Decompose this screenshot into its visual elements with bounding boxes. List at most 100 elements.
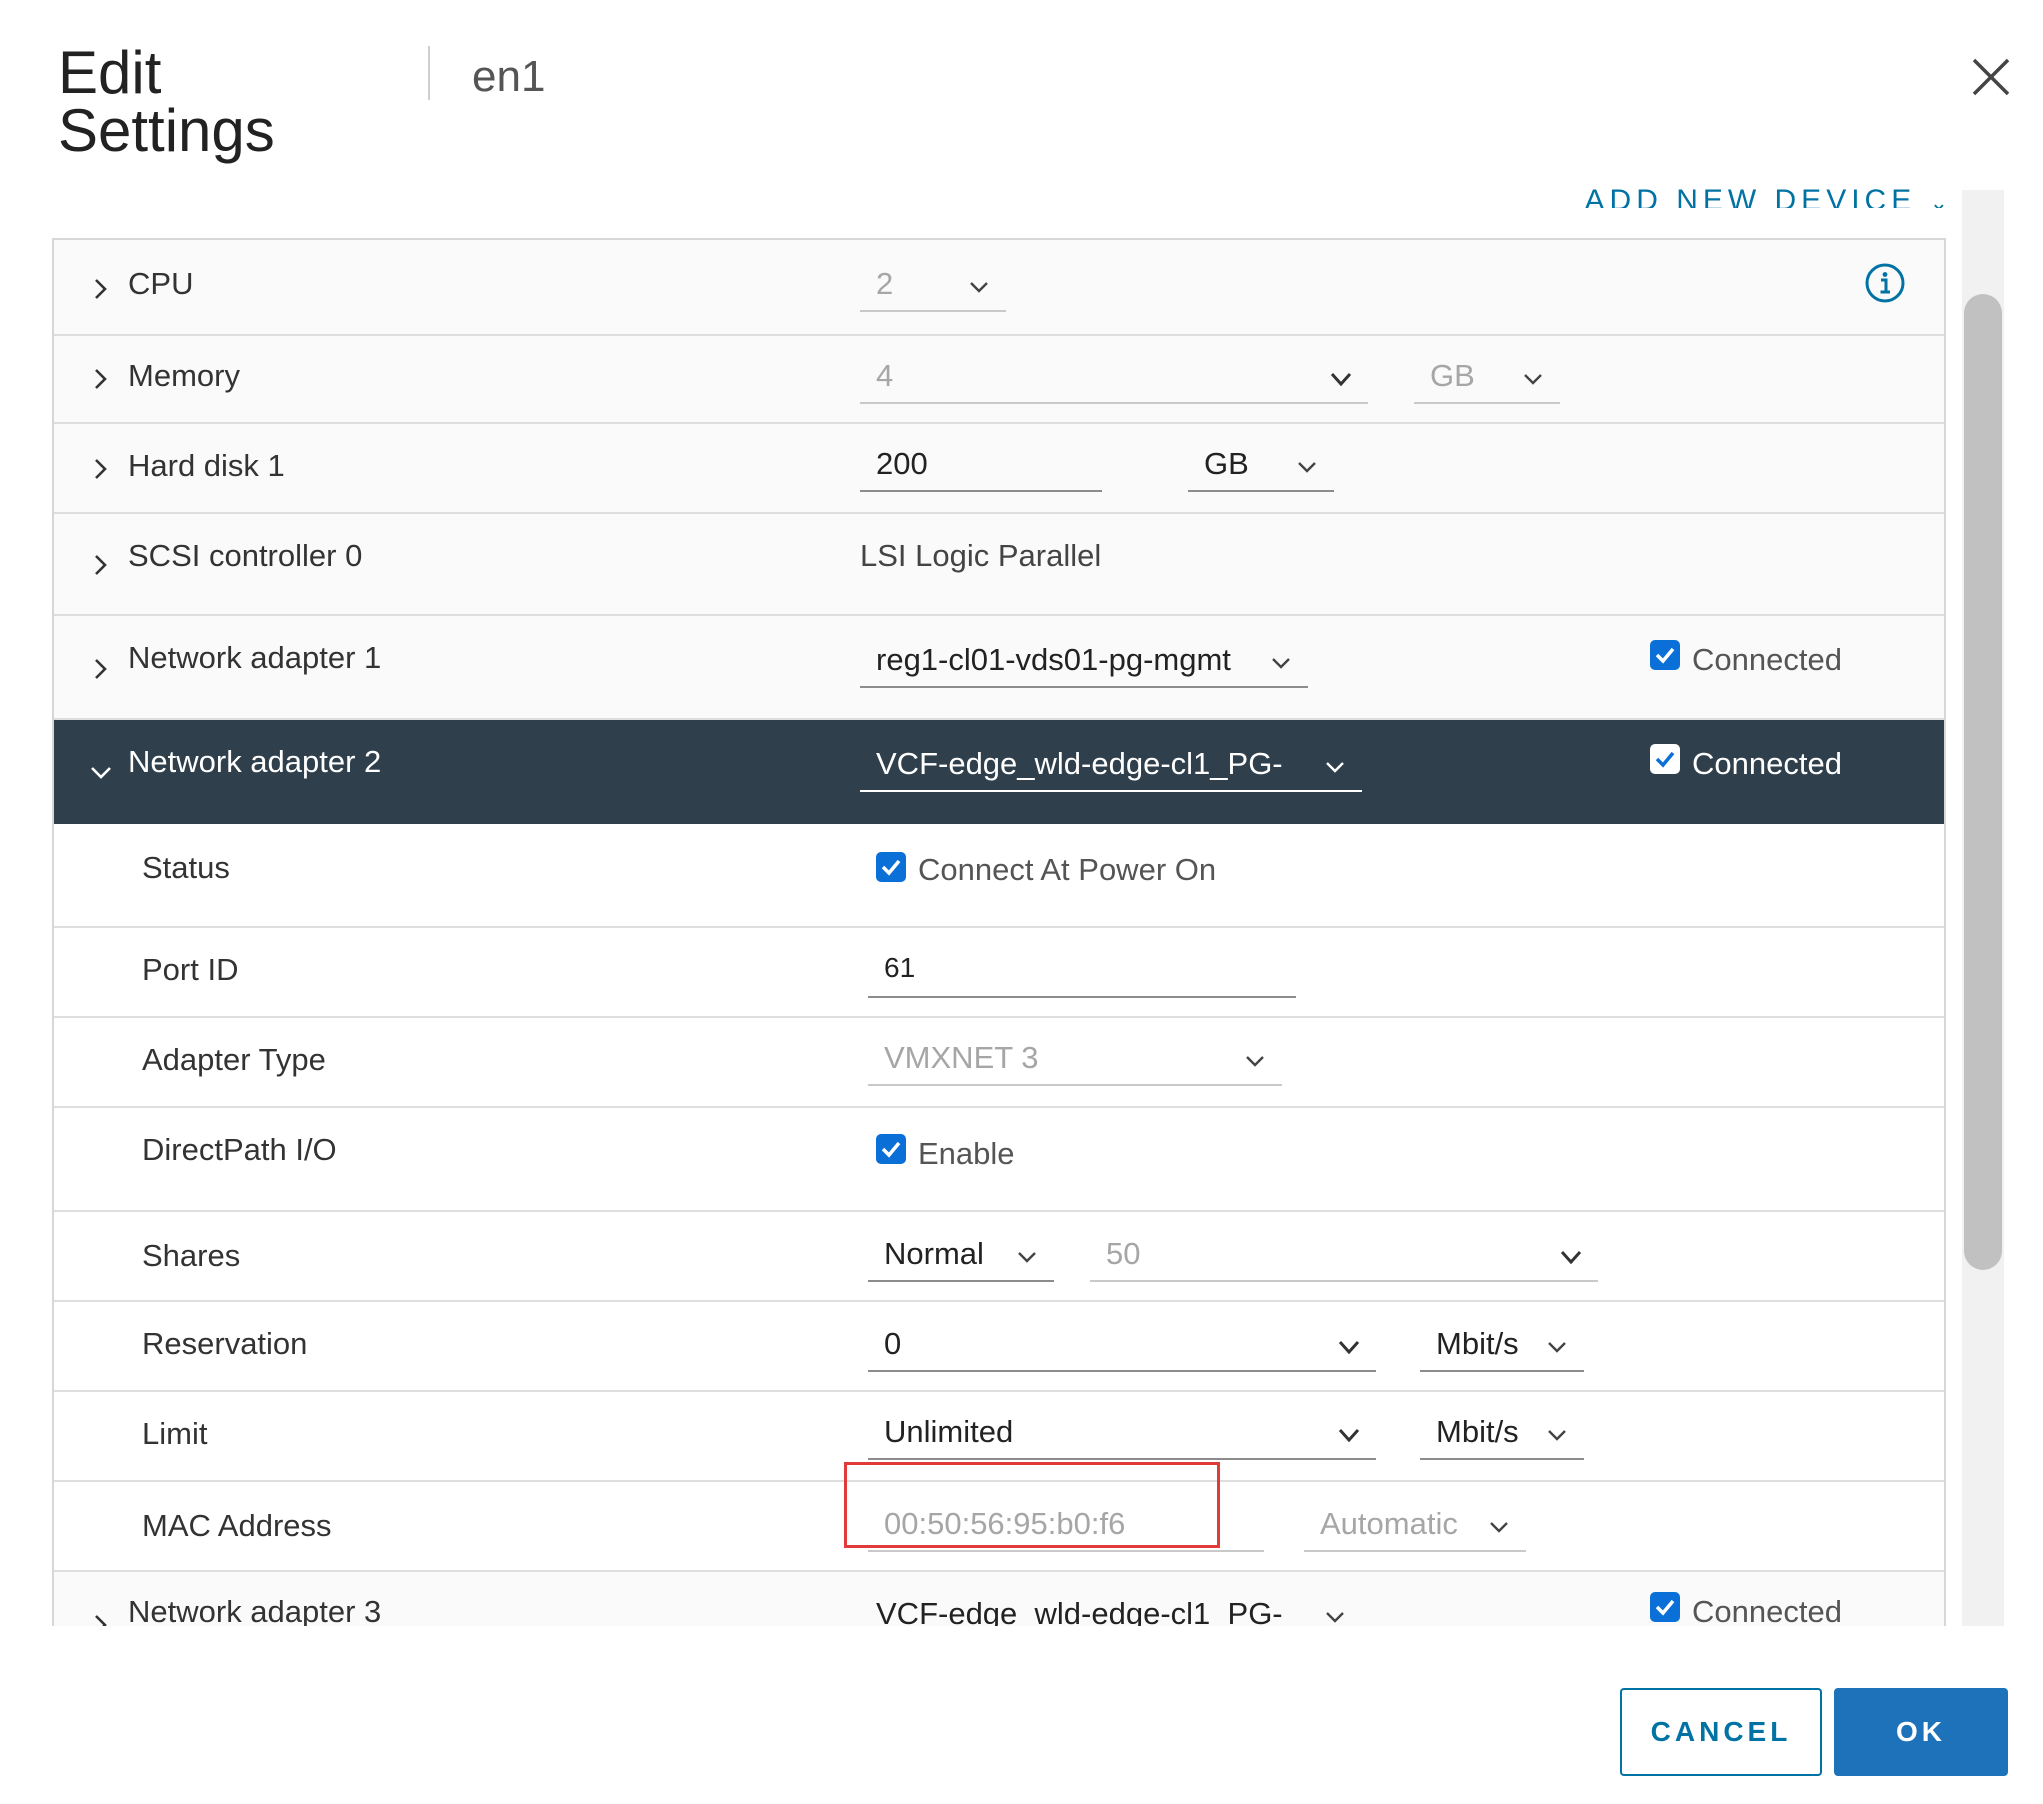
directpath-label: DirectPath I/O [142, 1132, 337, 1167]
expand-cpu-button[interactable] [86, 274, 116, 304]
mac-address-value: 00:50:56:95:b0:f6 [884, 1506, 1126, 1541]
memory-value: 4 [876, 358, 894, 393]
hard-disk-label: Hard disk 1 [128, 448, 285, 483]
chevron-down-icon [1294, 454, 1320, 480]
directpath-row: DirectPath I/O Enable [54, 1108, 1944, 1212]
shares-value: 50 [1106, 1236, 1141, 1271]
adapter-type-select[interactable]: VMXNET 3 [868, 1036, 1282, 1086]
device-row-network-adapter-3: Network adapter 3 VCF-edge_wld-edge-cl1_… [54, 1572, 1944, 1626]
cpu-label: CPU [128, 266, 194, 301]
hard-disk-unit: GB [1204, 446, 1249, 481]
memory-unit: GB [1430, 358, 1475, 393]
expand-hard-disk-button[interactable] [86, 454, 116, 484]
network-adapter-3-label: Network adapter 3 [128, 1594, 382, 1626]
chevron-down-icon: ⌄ [1929, 190, 1948, 208]
chevron-down-icon [1336, 1334, 1362, 1360]
reservation-unit-select[interactable]: Mbit/s [1420, 1322, 1584, 1372]
close-icon [1972, 58, 2010, 96]
network-adapter-1-connected-checkbox[interactable] [1650, 640, 1680, 670]
shares-value-input[interactable]: 50 [1090, 1232, 1598, 1282]
dialog-title: Edit Settings [58, 43, 275, 161]
mac-address-input[interactable]: 00:50:56:95:b0:f6 [868, 1502, 1264, 1552]
mac-address-mode: Automatic [1320, 1506, 1458, 1541]
adapter-type-row: Adapter Type VMXNET 3 [54, 1018, 1944, 1108]
checkmark-icon [881, 859, 901, 876]
network-adapter-3-connected-label: Connected [1692, 1594, 1842, 1626]
directpath-enable-label: Enable [918, 1136, 1015, 1171]
network-adapter-1-connected-label: Connected [1692, 642, 1842, 677]
cpu-value: 2 [876, 266, 894, 301]
limit-unit: Mbit/s [1436, 1414, 1519, 1449]
reservation-input[interactable]: 0 [868, 1322, 1376, 1372]
device-list: CPU 2 Memory 4 GB Hard disk 1 200 GB SCS… [52, 238, 1946, 1626]
network-adapter-1-network-select[interactable]: reg1-cl01-vds01-pg-mgmt [860, 638, 1308, 688]
network-adapter-3-connected-checkbox[interactable] [1650, 1592, 1680, 1622]
checkmark-icon [1655, 647, 1675, 664]
reservation-row: Reservation 0 Mbit/s [54, 1302, 1944, 1392]
network-adapter-1-label: Network adapter 1 [128, 640, 382, 675]
chevron-right-icon [95, 369, 107, 389]
chevron-down-icon [1242, 1048, 1268, 1074]
title-divider [428, 46, 430, 100]
chevron-down-icon [966, 274, 992, 300]
network-adapter-2-network-select[interactable]: VCF-edge_wld-edge-cl1_PG- [860, 742, 1362, 792]
shares-level-select[interactable]: Normal [868, 1232, 1054, 1282]
network-adapter-3-network-select[interactable]: VCF-edge_wld-edge-cl1_PG- [860, 1592, 1362, 1626]
collapse-network-adapter-2-button[interactable] [86, 758, 116, 788]
mac-address-mode-select[interactable]: Automatic [1304, 1502, 1526, 1552]
chevron-down-icon [1544, 1334, 1570, 1360]
add-new-device-label: ADD NEW DEVICE [1584, 184, 1917, 208]
chevron-right-icon [95, 555, 107, 575]
adapter-type-value: VMXNET 3 [884, 1040, 1039, 1075]
limit-label: Limit [142, 1416, 208, 1451]
status-label: Status [142, 850, 230, 885]
status-row: Status Connect At Power On [54, 824, 1944, 928]
hard-disk-unit-select[interactable]: GB [1188, 442, 1334, 492]
device-row-network-adapter-2: Network adapter 2 VCF-edge_wld-edge-cl1_… [54, 720, 1944, 824]
expand-memory-button[interactable] [86, 364, 116, 394]
vm-name: en1 [472, 52, 546, 101]
network-adapter-1-network: reg1-cl01-vds01-pg-mgmt [876, 642, 1231, 677]
connect-at-power-on-checkbox[interactable] [876, 852, 906, 882]
chevron-down-icon [91, 767, 111, 779]
chevron-down-icon [1336, 1422, 1362, 1448]
hard-disk-size-input[interactable]: 200 [860, 442, 1102, 492]
scrollbar-thumb[interactable] [1964, 294, 2002, 1270]
expand-scsi-button[interactable] [86, 550, 116, 580]
network-adapter-2-label: Network adapter 2 [128, 744, 382, 779]
chevron-down-icon [1486, 1514, 1512, 1540]
close-button[interactable] [1966, 52, 2016, 102]
chevron-right-icon [95, 459, 107, 479]
info-icon[interactable] [1864, 262, 1906, 304]
directpath-enable-checkbox[interactable] [876, 1134, 906, 1164]
checkmark-icon [1655, 1599, 1675, 1616]
expand-network-adapter-1-button[interactable] [86, 654, 116, 684]
chevron-down-icon [1520, 366, 1546, 392]
device-row-memory: Memory 4 GB [54, 336, 1944, 424]
checkmark-icon [881, 1141, 901, 1158]
memory-input[interactable]: 4 [860, 354, 1368, 404]
chevron-down-icon [1014, 1244, 1040, 1270]
network-adapter-2-network: VCF-edge_wld-edge-cl1_PG- [876, 746, 1283, 781]
network-adapter-2-connected-checkbox[interactable] [1650, 744, 1680, 774]
ok-button[interactable]: OK [1834, 1688, 2008, 1776]
chevron-right-icon [95, 1615, 107, 1626]
network-adapter-2-connected-label: Connected [1692, 746, 1842, 781]
port-id-value: 61 [884, 952, 916, 983]
cpu-select[interactable]: 2 [860, 262, 1006, 312]
limit-input[interactable]: Unlimited [868, 1410, 1376, 1460]
chevron-right-icon [95, 279, 107, 299]
port-id-input[interactable]: 61 [868, 948, 1296, 998]
chevron-down-icon [1328, 366, 1354, 392]
add-new-device-button[interactable]: ADD NEW DEVICE ⌄ [1585, 178, 1948, 208]
port-id-label: Port ID [142, 952, 239, 987]
expand-network-adapter-3-button[interactable] [86, 1610, 116, 1626]
scsi-label: SCSI controller 0 [128, 538, 363, 573]
cancel-button[interactable]: CANCEL [1620, 1688, 1822, 1776]
memory-label: Memory [128, 358, 240, 393]
reservation-value: 0 [884, 1326, 902, 1361]
limit-unit-select[interactable]: Mbit/s [1420, 1410, 1584, 1460]
chevron-down-icon [1544, 1422, 1570, 1448]
memory-unit-select[interactable]: GB [1414, 354, 1560, 404]
mac-address-row: MAC Address 00:50:56:95:b0:f6 Automatic [54, 1482, 1944, 1572]
